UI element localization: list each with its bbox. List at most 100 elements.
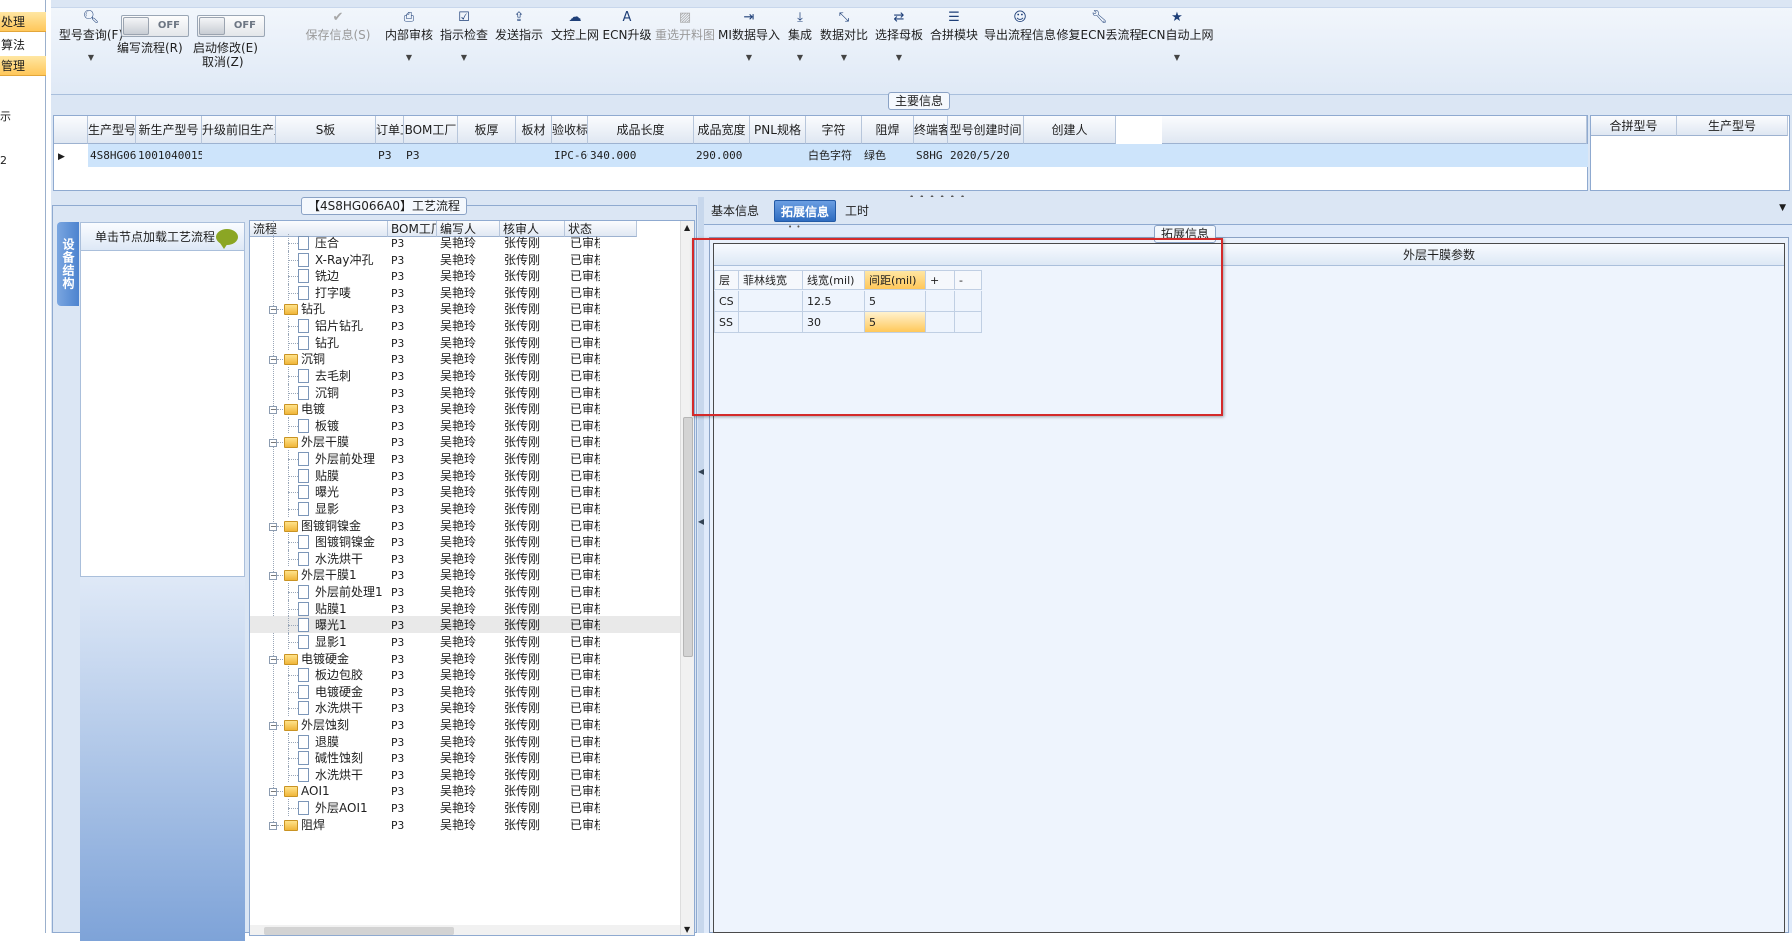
- tree-row-step[interactable]: 板边包胶P3吴艳玲张传刚已审核: [250, 666, 680, 683]
- tree-row-folder[interactable]: −外层干膜P3吴艳玲张传刚已审核: [250, 433, 680, 450]
- tree-row-step[interactable]: 压合P3吴艳玲张传刚已审核: [250, 234, 680, 251]
- tree-row-step[interactable]: 曝光1P3吴艳玲张传刚已审核: [250, 616, 680, 633]
- tree-row-step[interactable]: 打字唛P3吴艳玲张传刚已审核: [250, 283, 680, 301]
- column-header[interactable]: 板材: [516, 116, 552, 144]
- tree-row-step[interactable]: 水洗烘干P3吴艳玲张传刚已审核: [250, 765, 680, 783]
- tree-row-step[interactable]: 贴膜P3吴艳玲张传刚已审核: [250, 466, 680, 484]
- tree-row-step[interactable]: 电镀硬金P3吴艳玲张传刚已审核: [250, 682, 680, 700]
- column-header[interactable]: PNL规格: [750, 116, 806, 144]
- column-header[interactable]: 终端客户代码: [914, 116, 948, 144]
- column-header[interactable]: 创建人: [1024, 116, 1116, 144]
- tree-scroll-thumb[interactable]: [683, 417, 693, 657]
- main-info-cell[interactable]: IPC-6012 II级: [552, 145, 588, 167]
- ribbon-button-star[interactable]: ★ ECN自动上网 ▼: [1128, 10, 1227, 62]
- dropdown-arrow-icon[interactable]: ▼: [379, 53, 439, 62]
- tree-row-step[interactable]: 钻孔P3吴艳玲张传刚已审核: [250, 333, 680, 351]
- toggle-knob[interactable]: [199, 17, 225, 35]
- tree-row-step[interactable]: 外层前处理P3吴艳玲张传刚已审核: [250, 450, 680, 467]
- collapse-toggle-icon[interactable]: −: [269, 356, 277, 365]
- tree-row-step[interactable]: 外层前处理1P3吴艳玲张传刚已审核: [250, 583, 680, 600]
- main-info-cell[interactable]: 10010400153467: [136, 145, 202, 167]
- tree-row-folder[interactable]: −外层蚀刻P3吴艳玲张传刚已审核: [250, 716, 680, 733]
- toggle-sublabel[interactable]: 取消(Z): [202, 53, 244, 70]
- ribbon-button-shuffle[interactable]: ⇄ 选择母板 ▼: [869, 10, 929, 62]
- column-header[interactable]: BOM工厂: [404, 116, 458, 144]
- tab-0[interactable]: 基本信息: [705, 200, 765, 222]
- collapse-toggle-icon[interactable]: −: [269, 406, 277, 415]
- main-info-cell[interactable]: 白色字符: [806, 145, 862, 167]
- ribbon-button-list[interactable]: ☰ 合拼模块: [924, 10, 984, 62]
- column-header[interactable]: 阻焊: [862, 116, 914, 144]
- main-info-cell[interactable]: 绿色: [862, 145, 914, 167]
- collapse-toggle-icon[interactable]: −: [269, 721, 277, 730]
- side-tab-equipment[interactable]: 设备结构: [57, 222, 79, 306]
- main-info-cell[interactable]: [458, 145, 516, 167]
- column-header[interactable]: 生产型号: [88, 116, 136, 144]
- collapse-toggle-icon[interactable]: −: [269, 788, 277, 797]
- tree-row-step[interactable]: 水洗烘干P3吴艳玲张传刚已审核: [250, 549, 680, 567]
- main-info-cell[interactable]: [750, 145, 806, 167]
- collapse-toggle-icon[interactable]: −: [269, 821, 277, 830]
- main-info-cell[interactable]: [1024, 145, 1116, 167]
- tree-row-folder[interactable]: −AOI1P3吴艳玲张传刚已审核: [250, 782, 680, 799]
- ribbon-button-compress[interactable]: ⤡ 数据对比 ▼: [814, 10, 874, 62]
- column-header[interactable]: 订单工厂: [376, 116, 404, 144]
- toggle-switch[interactable]: OFF: [197, 15, 265, 37]
- tree-hscroll-thumb[interactable]: [264, 927, 454, 935]
- tree-row-step[interactable]: 显影1P3吴艳玲张传刚已审核: [250, 632, 680, 650]
- main-info-cell[interactable]: P3: [404, 145, 458, 167]
- tab-1[interactable]: 拓展信息: [774, 200, 837, 222]
- main-info-cell[interactable]: 2020/5/20: [948, 145, 1024, 167]
- load-hint-header[interactable]: 单击节点加载工艺流程: [81, 223, 244, 251]
- main-info-cell[interactable]: S8HG: [914, 145, 948, 167]
- tree-row-step[interactable]: 板镀P3吴艳玲张传刚已审核: [250, 416, 680, 434]
- collapse-toggle-icon[interactable]: −: [269, 439, 277, 448]
- main-info-cell[interactable]: [516, 145, 552, 167]
- collapse-toggle-icon[interactable]: −: [269, 306, 277, 315]
- tree-row-step[interactable]: 沉铜P3吴艳玲张传刚已审核: [250, 383, 680, 401]
- tree-row-step[interactable]: 显影P3吴艳玲张传刚已审核: [250, 499, 680, 517]
- dropdown-arrow-icon[interactable]: ▼: [1128, 53, 1227, 62]
- column-header[interactable]: 字符: [806, 116, 862, 144]
- column-header[interactable]: 成品长度: [588, 116, 694, 144]
- column-header[interactable]: 新生产型号: [136, 116, 202, 144]
- main-info-cell[interactable]: 340.000: [588, 145, 694, 167]
- dropdown-arrow-icon[interactable]: ▼: [869, 53, 929, 62]
- collapse-toggle-icon[interactable]: −: [269, 655, 277, 664]
- dropdown-arrow-icon[interactable]: ▼: [814, 53, 874, 62]
- tree-row-step[interactable]: 外层AOI1P3吴艳玲张传刚已审核: [250, 799, 680, 816]
- tree-row-step[interactable]: 贴膜1P3吴艳玲张传刚已审核: [250, 599, 680, 617]
- ribbon-button-checkbox[interactable]: ☑ 指示检查 ▼: [434, 10, 494, 62]
- comment-icon[interactable]: [216, 229, 238, 249]
- column-header[interactable]: 升级前旧生产型号: [202, 116, 276, 144]
- collapse-toggle-icon[interactable]: −: [269, 572, 277, 581]
- main-info-cell[interactable]: P3: [376, 145, 404, 167]
- column-header[interactable]: 型号创建时间: [948, 116, 1024, 144]
- tree-row-step[interactable]: 曝光P3吴艳玲张传刚已审核: [250, 483, 680, 500]
- tree-row-step[interactable]: 去毛刺P3吴艳玲张传刚已审核: [250, 366, 680, 384]
- ribbon-button-printer[interactable]: ⎙ 内部审核 ▼: [379, 10, 439, 62]
- tree-row-step[interactable]: 水洗烘干P3吴艳玲张传刚已审核: [250, 699, 680, 716]
- main-info-cell[interactable]: 4S8HG066A0: [88, 145, 136, 167]
- left-nav-item[interactable]: 管理: [0, 56, 46, 76]
- tree-row-folder[interactable]: −外层干膜1P3吴艳玲张传刚已审核: [250, 566, 680, 583]
- toggle-switch[interactable]: OFF: [121, 15, 189, 37]
- merge-column-header[interactable]: 合拼型号: [1591, 116, 1677, 136]
- tab-2[interactable]: 工时: [839, 200, 875, 222]
- tree-row-folder[interactable]: − 阻焊 P3 吴艳玲 张传刚 已审核: [250, 816, 680, 833]
- main-info-cell[interactable]: [202, 145, 276, 167]
- toggle-knob[interactable]: [123, 17, 149, 35]
- tree-row-folder[interactable]: −电镀P3吴艳玲张传刚已审核: [250, 400, 680, 417]
- left-nav-item[interactable]: 处理: [0, 12, 46, 32]
- left-nav-item[interactable]: 算法: [0, 35, 46, 55]
- dropdown-arrow-icon[interactable]: ▼: [434, 53, 494, 62]
- tree-row-folder[interactable]: −钻孔P3吴艳玲张传刚已审核: [250, 300, 680, 317]
- scroll-up-icon[interactable]: ▲: [684, 223, 690, 232]
- tree-horizontal-scrollbar[interactable]: [250, 925, 680, 935]
- tree-row-step[interactable]: 铝片钻孔P3吴艳玲张传刚已审核: [250, 317, 680, 334]
- column-header[interactable]: S板: [276, 116, 376, 144]
- merge-column-header[interactable]: 生产型号: [1677, 116, 1788, 136]
- column-header[interactable]: 验收标准: [552, 116, 588, 144]
- ribbon-button-upload[interactable]: ⇪ 发送指示: [489, 10, 549, 62]
- grid-corner[interactable]: [54, 116, 88, 144]
